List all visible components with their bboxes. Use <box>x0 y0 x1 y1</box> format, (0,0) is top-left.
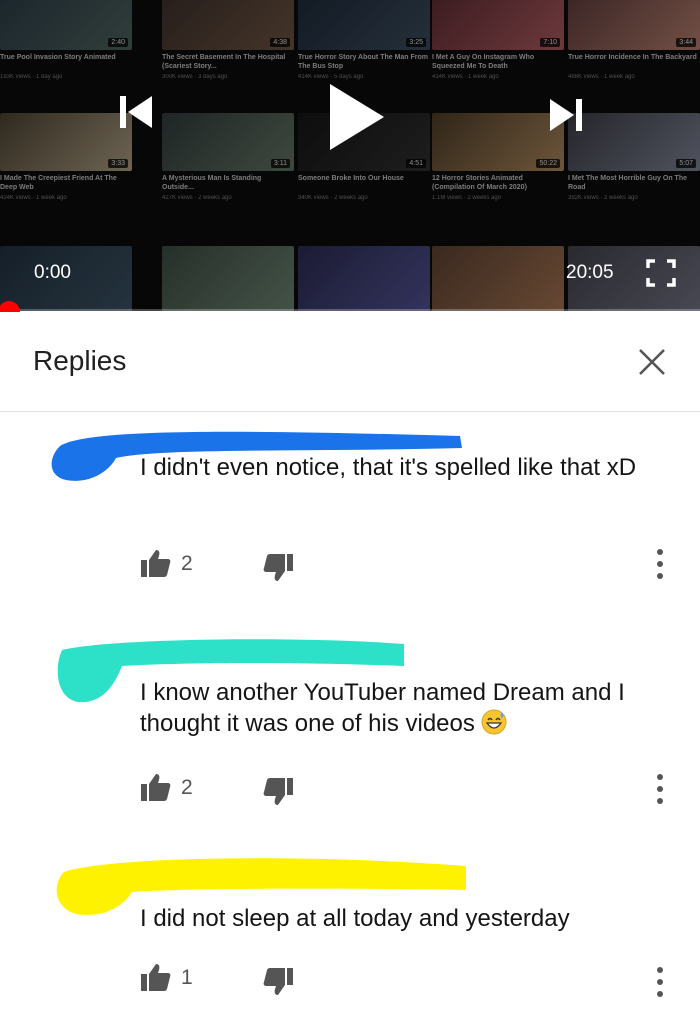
reply-comment: I know another YouTuber named Dream and … <box>0 630 700 830</box>
like-count: 1 <box>181 966 193 989</box>
comment-text: I know another YouTuber named Dream and … <box>140 677 680 739</box>
like-count: 2 <box>181 552 193 575</box>
more-vert-icon[interactable] <box>650 965 670 999</box>
reply-comment: I didn't even notice, that it's spelled … <box>0 412 700 612</box>
thumbs-up-icon[interactable] <box>140 772 172 802</box>
comment-text-content: I know another YouTuber named Dream and … <box>140 679 625 737</box>
current-time: 0:00 <box>34 262 71 283</box>
skip-next-icon[interactable] <box>546 95 586 135</box>
thumbs-up-icon[interactable] <box>140 962 172 992</box>
comment-text: I did not sleep at all today and yesterd… <box>140 905 570 932</box>
skip-previous-icon[interactable] <box>116 92 156 132</box>
thumbs-down-icon[interactable] <box>262 967 294 997</box>
total-duration: 20:05 <box>566 262 614 283</box>
reply-comment: I did not sleep at all today and yesterd… <box>0 848 700 1016</box>
thumbs-down-icon[interactable] <box>262 553 294 583</box>
video-player[interactable]: 2:40 True Pool Invasion Story Animated 193… <box>0 0 700 311</box>
grinning-sweat-emoji <box>481 709 507 735</box>
progress-bar[interactable] <box>0 309 700 311</box>
thumbs-down-icon[interactable] <box>262 777 294 807</box>
replies-header: Replies <box>0 312 700 412</box>
comment-text: I didn't even notice, that it's spelled … <box>140 454 637 481</box>
fullscreen-icon[interactable] <box>646 259 676 287</box>
more-vert-icon[interactable] <box>650 547 670 581</box>
play-icon[interactable] <box>326 82 386 152</box>
like-count: 2 <box>181 776 193 799</box>
more-vert-icon[interactable] <box>650 772 670 806</box>
thumbs-up-icon[interactable] <box>140 548 172 578</box>
panel-title: Replies <box>33 345 127 376</box>
close-icon[interactable] <box>636 346 668 378</box>
